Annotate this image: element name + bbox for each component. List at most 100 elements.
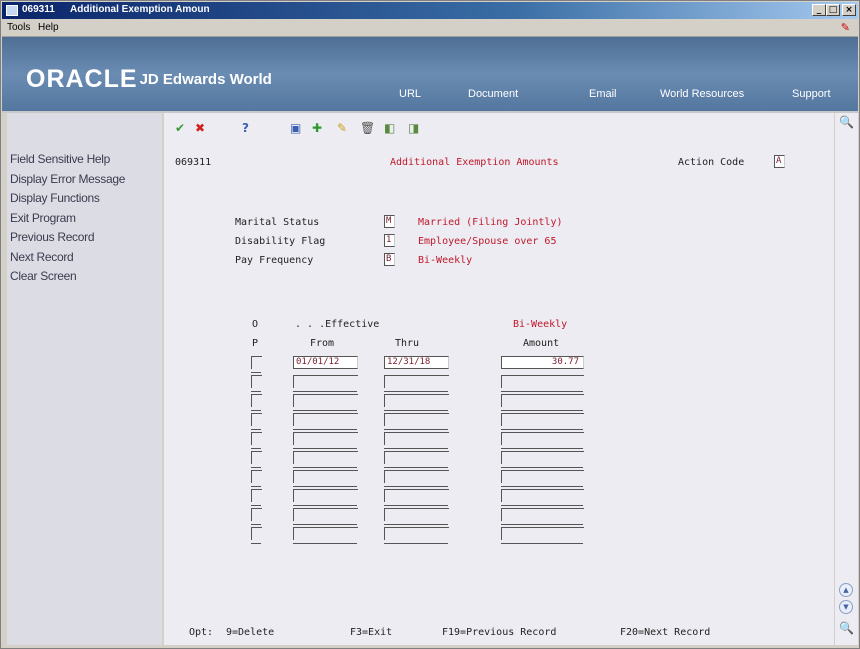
- right-scroll-strip: 🔍 ▲ ▼ 🔍: [835, 113, 858, 645]
- row-from-date-input[interactable]: [293, 489, 358, 506]
- row-thru-date-input[interactable]: [384, 413, 449, 430]
- row-from-date-input[interactable]: [293, 508, 358, 525]
- title-bar: 069311 Additional Exemption Amoun _ □ ×: [2, 2, 858, 19]
- check-icon[interactable]: ✔: [175, 122, 185, 134]
- row-from-date-input[interactable]: [293, 413, 358, 430]
- disability-flag-input[interactable]: 1: [384, 234, 395, 247]
- nav-link-world-resources[interactable]: World Resources: [660, 88, 744, 100]
- pin-icon[interactable]: ✎: [841, 21, 850, 34]
- row-thru-date-input[interactable]: [384, 508, 449, 525]
- menu-bar: Tools Help ✎: [2, 20, 858, 37]
- nav-link-email[interactable]: Email: [589, 88, 617, 100]
- inquire-icon[interactable]: ▣: [290, 122, 301, 134]
- row-from-date-input[interactable]: [293, 470, 358, 487]
- column-header-amount: Amount: [523, 338, 560, 349]
- row-amount-input[interactable]: [501, 470, 584, 487]
- delete-icon[interactable]: 🗑: [360, 122, 375, 134]
- row-thru-date-input[interactable]: 12/31/18: [384, 356, 449, 369]
- row-option-input[interactable]: [251, 356, 262, 373]
- table-row: [164, 432, 834, 450]
- row-option-input[interactable]: [251, 394, 262, 411]
- previous-icon[interactable]: ◧: [384, 122, 395, 134]
- header-banner: ORACLE JD Edwards World URL Document Emai…: [2, 37, 858, 113]
- disability-flag-description: Employee/Spouse over 65: [418, 236, 557, 247]
- column-header-p: P: [252, 338, 259, 349]
- row-amount-input[interactable]: [501, 432, 584, 449]
- next-icon[interactable]: ◨: [408, 122, 419, 134]
- marital-status-input[interactable]: M: [384, 215, 395, 228]
- row-from-date-input[interactable]: [293, 394, 358, 411]
- row-from-date-input[interactable]: [293, 432, 358, 449]
- toolbar: ✔ ✖ ? ▣ ✚ ✎ 🗑 ◧ ◨: [164, 113, 834, 143]
- help-icon[interactable]: ?: [242, 122, 249, 134]
- zoom-icon[interactable]: 🔍: [839, 115, 854, 129]
- table-row: [164, 470, 834, 488]
- row-option-input[interactable]: [251, 470, 262, 487]
- action-code-label: Action Code: [678, 157, 745, 168]
- row-amount-input[interactable]: [501, 527, 584, 544]
- row-option-input[interactable]: [251, 375, 262, 392]
- row-option-input[interactable]: [251, 432, 262, 449]
- pay-frequency-description: Bi-Weekly: [418, 255, 473, 266]
- row-thru-date-input[interactable]: [384, 527, 449, 544]
- change-icon[interactable]: ✎: [337, 122, 347, 134]
- close-button[interactable]: ×: [842, 4, 856, 16]
- row-option-input[interactable]: [251, 451, 262, 468]
- function-key-panel: Field Sensitive Help Display Error Messa…: [7, 113, 162, 645]
- table-row: [164, 489, 834, 507]
- nav-link-document[interactable]: Document: [468, 88, 518, 100]
- sidebar-item-exit-program[interactable]: Exit Program: [7, 209, 162, 229]
- row-thru-date-input[interactable]: [384, 489, 449, 506]
- main-form-area: ✔ ✖ ? ▣ ✚ ✎ 🗑 ◧ ◨ 069311 Additional Exem…: [164, 113, 834, 645]
- minimize-button[interactable]: _: [812, 4, 826, 16]
- row-thru-date-input[interactable]: [384, 470, 449, 487]
- row-option-input[interactable]: [251, 508, 262, 525]
- pay-frequency-input[interactable]: B: [384, 253, 395, 266]
- nav-link-url[interactable]: URL: [399, 88, 421, 100]
- sidebar-item-next-record[interactable]: Next Record: [7, 248, 162, 268]
- menu-help[interactable]: Help: [38, 22, 59, 33]
- scroll-down-icon[interactable]: ▼: [839, 600, 853, 614]
- footer-next-record: F20=Next Record: [620, 627, 711, 638]
- row-amount-input[interactable]: 30.77: [501, 356, 584, 369]
- column-header-effective: . . .Effective: [295, 319, 380, 330]
- row-from-date-input[interactable]: 01/01/12: [293, 356, 358, 369]
- row-amount-input[interactable]: [501, 394, 584, 411]
- row-thru-date-input[interactable]: [384, 432, 449, 449]
- add-icon[interactable]: ✚: [312, 122, 322, 134]
- sidebar-item-clear-screen[interactable]: Clear Screen: [7, 267, 162, 287]
- row-thru-date-input[interactable]: [384, 394, 449, 411]
- menu-tools[interactable]: Tools: [7, 22, 30, 33]
- program-id: 069311: [175, 157, 212, 168]
- row-from-date-input[interactable]: [293, 375, 358, 392]
- row-amount-input[interactable]: [501, 451, 584, 468]
- row-from-date-input[interactable]: [293, 451, 358, 468]
- nav-link-support[interactable]: Support: [792, 88, 831, 100]
- row-amount-input[interactable]: [501, 508, 584, 525]
- maximize-button[interactable]: □: [826, 4, 840, 16]
- footer-delete: 9=Delete: [226, 627, 275, 638]
- row-thru-date-input[interactable]: [384, 451, 449, 468]
- row-option-input[interactable]: [251, 413, 262, 430]
- row-amount-input[interactable]: [501, 375, 584, 392]
- row-amount-input[interactable]: [501, 489, 584, 506]
- cancel-icon[interactable]: ✖: [195, 122, 205, 134]
- row-option-input[interactable]: [251, 527, 262, 544]
- row-from-date-input[interactable]: [293, 527, 358, 544]
- scroll-up-icon[interactable]: ▲: [839, 583, 853, 597]
- row-thru-date-input[interactable]: [384, 375, 449, 392]
- sidebar-item-field-sensitive-help[interactable]: Field Sensitive Help: [7, 150, 162, 170]
- table-row: [164, 394, 834, 412]
- pay-frequency-label: Pay Frequency: [235, 255, 314, 266]
- row-option-input[interactable]: [251, 489, 262, 506]
- sidebar-item-previous-record[interactable]: Previous Record: [7, 228, 162, 248]
- application-window: 069311 Additional Exemption Amoun _ □ × …: [0, 0, 860, 649]
- column-header-amount-top: Bi-Weekly: [513, 319, 568, 330]
- sidebar-item-display-error-message[interactable]: Display Error Message: [7, 170, 162, 190]
- sidebar-item-display-functions[interactable]: Display Functions: [7, 189, 162, 209]
- row-amount-input[interactable]: [501, 413, 584, 430]
- table-row: [164, 508, 834, 526]
- search-icon[interactable]: 🔍: [839, 621, 854, 635]
- footer-previous-record: F19=Previous Record: [442, 627, 557, 638]
- action-code-input[interactable]: A: [774, 155, 785, 168]
